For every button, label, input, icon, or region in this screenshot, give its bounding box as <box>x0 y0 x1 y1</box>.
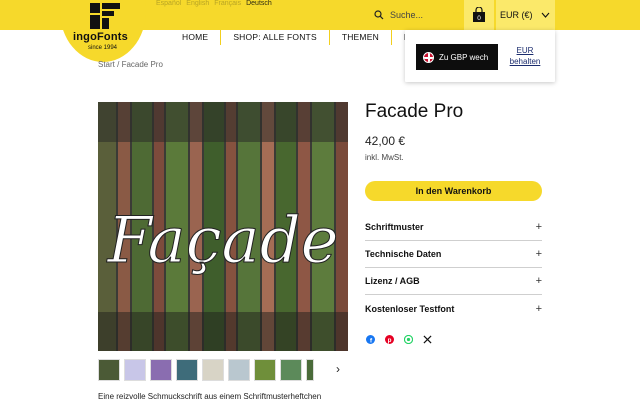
logo-mark-icon <box>90 3 120 29</box>
lang-es[interactable]: Español <box>156 0 181 7</box>
accordion-lizenz[interactable]: Lizenz / AGB + <box>365 268 542 295</box>
uk-flag-icon <box>423 51 434 63</box>
thumbnail[interactable] <box>176 359 198 381</box>
svg-text:p: p <box>387 337 391 344</box>
nav-item-shop[interactable]: SHOP: ALLE FONTS <box>221 30 330 45</box>
accordion-testfont[interactable]: Kostenloser Testfont + <box>365 295 542 322</box>
main-nav: HOME SHOP: ALLE FONTS THEMEN KO <box>170 30 429 46</box>
page: Español English Français Deutsch ingoFon… <box>0 0 640 400</box>
chevron-down-icon <box>541 12 549 18</box>
thumbnail[interactable] <box>280 359 302 381</box>
facebook-icon[interactable]: f <box>365 334 375 344</box>
plus-icon: + <box>535 248 542 260</box>
lang-de[interactable]: Deutsch <box>246 0 272 7</box>
pinterest-icon[interactable]: p <box>384 334 394 344</box>
currency-label: EUR (€) <box>500 10 533 20</box>
cart-count: 0 <box>477 15 481 22</box>
currency-popup: Zu GBP wech EUR behalten <box>405 30 555 82</box>
product-image-wordmark: Façade <box>106 204 338 278</box>
plus-icon: + <box>535 221 542 233</box>
nav-item-themen[interactable]: THEMEN <box>330 30 392 45</box>
product-image[interactable]: Façade <box>98 102 348 351</box>
switch-gbp-label: Zu GBP wech <box>439 52 489 62</box>
lang-fr[interactable]: Français <box>214 0 241 7</box>
language-switcher: Español English Français Deutsch <box>156 0 272 7</box>
thumbnail[interactable] <box>124 359 146 381</box>
currency-selector[interactable]: EUR (€) <box>496 0 555 30</box>
share-bar: f p <box>365 334 432 344</box>
breadcrumb[interactable]: Start / Facade Pro <box>98 60 163 69</box>
thumbnail[interactable] <box>254 359 276 381</box>
add-to-cart-button[interactable]: In den Warenkorb <box>365 181 542 201</box>
accordion-label: Technische Daten <box>365 249 442 259</box>
whatsapp-icon[interactable] <box>403 334 413 344</box>
cart-button[interactable]: 0 <box>464 0 494 30</box>
accordion-technische-daten[interactable]: Technische Daten + <box>365 241 542 268</box>
thumbnail[interactable] <box>228 359 250 381</box>
switch-gbp-button[interactable]: Zu GBP wech <box>416 44 498 70</box>
tax-note: inkl. MwSt. <box>365 153 404 162</box>
search-box[interactable]: Suche... <box>366 0 462 30</box>
chevron-right-icon[interactable]: › <box>336 362 340 376</box>
keep-eur-line2: behalten <box>509 57 541 66</box>
search-icon <box>374 10 384 20</box>
logo-tagline: since 1994 <box>88 45 118 51</box>
thumbnail[interactable] <box>150 359 172 381</box>
thumbnail[interactable] <box>98 359 120 381</box>
accordion-label: Schriftmuster <box>365 222 424 232</box>
product-title: Facade Pro <box>365 101 464 122</box>
search-placeholder: Suche... <box>390 10 424 20</box>
accordion-label: Lizenz / AGB <box>365 276 420 286</box>
x-icon[interactable] <box>422 334 432 344</box>
thumbnail-strip <box>98 359 314 381</box>
keep-eur-link[interactable]: EUR behalten <box>504 45 546 67</box>
nav-item-home[interactable]: HOME <box>170 30 222 45</box>
plus-icon: + <box>535 275 542 287</box>
accordion-label: Kostenloser Testfont <box>365 303 455 314</box>
product-description: Eine reizvolle Schmuckschrift aus einem … <box>98 392 322 400</box>
logo-text[interactable]: ingoFonts <box>73 31 128 43</box>
plus-icon: + <box>535 302 542 315</box>
thumbnail[interactable] <box>306 359 314 381</box>
shopping-bag-icon: 0 <box>473 7 485 22</box>
keep-eur-line1: EUR <box>516 46 534 55</box>
lang-en[interactable]: English <box>186 0 209 7</box>
product-price: 42,00 € <box>365 134 406 148</box>
thumbnail[interactable] <box>202 359 224 381</box>
accordion-schriftmuster[interactable]: Schriftmuster + <box>365 214 542 241</box>
